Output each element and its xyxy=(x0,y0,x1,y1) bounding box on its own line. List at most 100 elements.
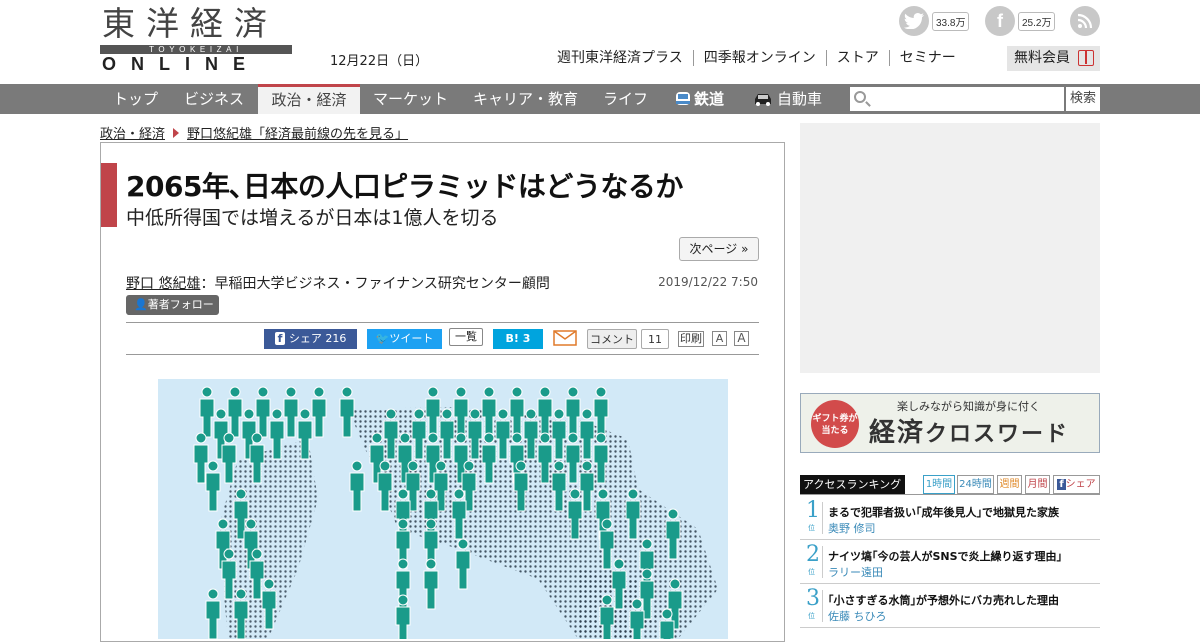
logo-online: ONLINE xyxy=(102,54,261,74)
banner-title-b: クロスワード xyxy=(925,422,1070,447)
logo-kanji: 東洋経済 xyxy=(102,4,278,43)
ranking-item[interactable]: 2 位 ナイツ塙｢今の芸人がSNSで炎上繰り返す理由｣ ラリー遠田 xyxy=(800,540,1100,584)
rank-number: 1 xyxy=(806,498,820,523)
site-header: 東洋経済 TOYOKEIZAI ONLINE 12月22日（日） 33.8万 f… xyxy=(0,0,1200,84)
author-line: 野口 悠紀雄：早稲田大学ビジネス・ファイナンス研究センター顧問 xyxy=(126,273,550,293)
car-icon xyxy=(755,94,771,106)
ranking-item[interactable]: 1 位 まるで犯罪者扱い｢成年後見人｣で地獄見た家族 奥野 修司 xyxy=(800,496,1100,540)
ranking-tab-1h[interactable]: 1時間 xyxy=(923,475,955,494)
ranking-tab-24h[interactable]: 24時間 xyxy=(957,475,994,494)
link-shikiho[interactable]: 四季報オンライン xyxy=(692,50,826,66)
rank-number: 3 xyxy=(806,586,820,611)
facebook-share-label: シェア xyxy=(288,332,322,345)
article-title: 2065年､日本の人口ピラミッドはどうなるか xyxy=(126,170,683,203)
breadcrumb: 政治・経済 野口悠紀雄「経済最前線の先を見る」 xyxy=(100,123,408,142)
nav-automobile-label: 自動車 xyxy=(777,90,823,108)
population-world-map-illustration xyxy=(193,386,718,639)
nav-railway-label: 鉄道 xyxy=(694,90,725,108)
link-store[interactable]: ストア xyxy=(825,50,889,66)
logo-romaji: TOYOKEIZAI xyxy=(100,45,292,54)
rank-divider xyxy=(822,502,823,534)
ad-slot[interactable] xyxy=(800,123,1100,373)
facebook-follow[interactable]: f 25.2万 xyxy=(985,6,1056,36)
nav-automobile[interactable]: 自動車 xyxy=(752,84,822,114)
rank-title[interactable]: まるで犯罪者扱い｢成年後見人｣で地獄見た家族 xyxy=(828,504,1059,520)
share-bar: f シェア 216 🐦ツイート 一覧 B! 3 コメント 11 印刷 A A xyxy=(126,322,759,355)
ranking-tab-share-label: シェア xyxy=(1065,479,1096,490)
rank-number: 2 xyxy=(806,542,820,567)
tweet-button[interactable]: 🐦ツイート xyxy=(367,329,442,349)
link-weekly-plus[interactable]: 週刊東洋経済プラス xyxy=(557,50,693,66)
train-icon xyxy=(676,92,690,105)
print-button[interactable]: 印刷 xyxy=(678,331,704,347)
rss-link[interactable] xyxy=(1070,6,1100,36)
nav-career[interactable]: キャリア・教育 xyxy=(473,84,578,114)
rank-divider xyxy=(822,546,823,578)
breadcrumb-arrow-icon xyxy=(173,128,180,138)
hatena-bookmark-button[interactable]: B! 3 xyxy=(493,329,543,349)
twitter-icon[interactable] xyxy=(899,6,929,36)
author-name[interactable]: 野口 悠紀雄 xyxy=(126,276,200,292)
ranking-title: アクセスランキング xyxy=(800,475,905,494)
rank-divider xyxy=(822,590,823,622)
rank-title[interactable]: ｢小さすぎる水筒｣が予想外にバカ売れした理由 xyxy=(828,592,1059,608)
free-member-button[interactable]: 無料会員 xyxy=(1007,46,1100,71)
nav-railway[interactable]: 鉄道 xyxy=(674,84,724,114)
author-follow-button[interactable]: 👤著者フォロー xyxy=(126,295,219,315)
main-nav: トップ ビジネス 政治・経済 マーケット キャリア・教育 ライフ 鉄道 自動車 … xyxy=(0,84,1200,114)
top-links: 週刊東洋経済プラス 四季報オンライン ストア セミナー xyxy=(557,50,966,66)
ranking-tab-weekly[interactable]: 週間 xyxy=(997,475,1022,494)
nav-top[interactable]: トップ xyxy=(113,84,158,114)
article-box: 2065年､日本の人口ピラミッドはどうなるか 中低所得国では増えるが日本は1億人… xyxy=(100,142,785,642)
tweet-bird-icon: 🐦 xyxy=(375,332,390,345)
breadcrumb-series[interactable]: 野口悠紀雄「経済最前線の先を見る」 xyxy=(187,127,408,142)
gift-badge: ギフト券が当たる xyxy=(811,400,859,448)
site-logo[interactable]: 東洋経済 TOYOKEIZAI ONLINE xyxy=(100,4,292,74)
hatena-count: 3 xyxy=(522,332,531,345)
twitter-follow[interactable]: 33.8万 xyxy=(899,6,970,36)
author-follow-label: 著者フォロー xyxy=(147,298,214,311)
title-accent-bar xyxy=(101,163,117,227)
rank-author[interactable]: ラリー遠田 xyxy=(828,564,883,580)
rss-icon[interactable] xyxy=(1070,6,1100,36)
font-small-button[interactable]: A xyxy=(712,331,727,346)
ranking-item[interactable]: 3 位 ｢小さすぎる水筒｣が予想外にバカ売れした理由 佐藤 ちひろ xyxy=(800,584,1100,628)
nav-politics-economy[interactable]: 政治・経済 xyxy=(258,84,360,114)
mail-icon xyxy=(553,330,577,346)
ranking-header: アクセスランキング 1時間 24時間 週間 月間 f シェア xyxy=(800,475,1100,494)
mail-button[interactable] xyxy=(553,329,577,349)
nav-business[interactable]: ビジネス xyxy=(184,84,244,114)
facebook-icon[interactable]: f xyxy=(985,6,1015,36)
article-subtitle: 中低所得国では増えるが日本は1億人を切る xyxy=(126,207,499,229)
facebook-small-icon: f xyxy=(1057,479,1066,490)
facebook-share-button[interactable]: f シェア 216 xyxy=(264,329,357,349)
next-page-button[interactable]: 次ページ » xyxy=(679,237,759,261)
free-member-label: 無料会員 xyxy=(1014,50,1070,66)
user-plus-icon: 👤 xyxy=(134,298,148,311)
rank-position-label: 位 xyxy=(808,568,815,576)
gift-icon xyxy=(1078,50,1094,66)
comment-button[interactable]: コメント xyxy=(587,329,637,349)
ranking-tab-monthly[interactable]: 月間 xyxy=(1025,475,1050,494)
rank-position-label: 位 xyxy=(808,612,815,620)
comment-count: 11 xyxy=(641,329,669,349)
font-large-button[interactable]: A xyxy=(734,331,749,346)
nav-market[interactable]: マーケット xyxy=(373,84,448,114)
breadcrumb-category[interactable]: 政治・経済 xyxy=(100,127,165,142)
tweet-list-button[interactable]: 一覧 xyxy=(449,328,483,346)
rank-title[interactable]: ナイツ塙｢今の芸人がSNSで炎上繰り返す理由｣ xyxy=(828,548,1062,564)
crossword-banner[interactable]: ギフト券が当たる 楽しみながら知識が身に付く 経済クロスワード xyxy=(800,393,1100,453)
rank-position-label: 位 xyxy=(808,524,815,532)
tweet-label: ツイート xyxy=(389,332,434,345)
current-date: 12月22日（日） xyxy=(330,54,429,69)
hatena-icon: B! xyxy=(505,332,519,345)
nav-life[interactable]: ライフ xyxy=(603,84,648,114)
rank-author[interactable]: 奥野 修司 xyxy=(828,520,876,536)
link-seminar[interactable]: セミナー xyxy=(888,50,966,66)
facebook-share-count: 216 xyxy=(325,332,347,345)
search-button[interactable]: 検索 xyxy=(1066,87,1100,111)
search-input[interactable] xyxy=(850,87,1064,111)
search-icon xyxy=(854,91,866,103)
rank-author[interactable]: 佐藤 ちひろ xyxy=(828,608,887,624)
ranking-tab-share[interactable]: f シェア xyxy=(1053,475,1100,494)
